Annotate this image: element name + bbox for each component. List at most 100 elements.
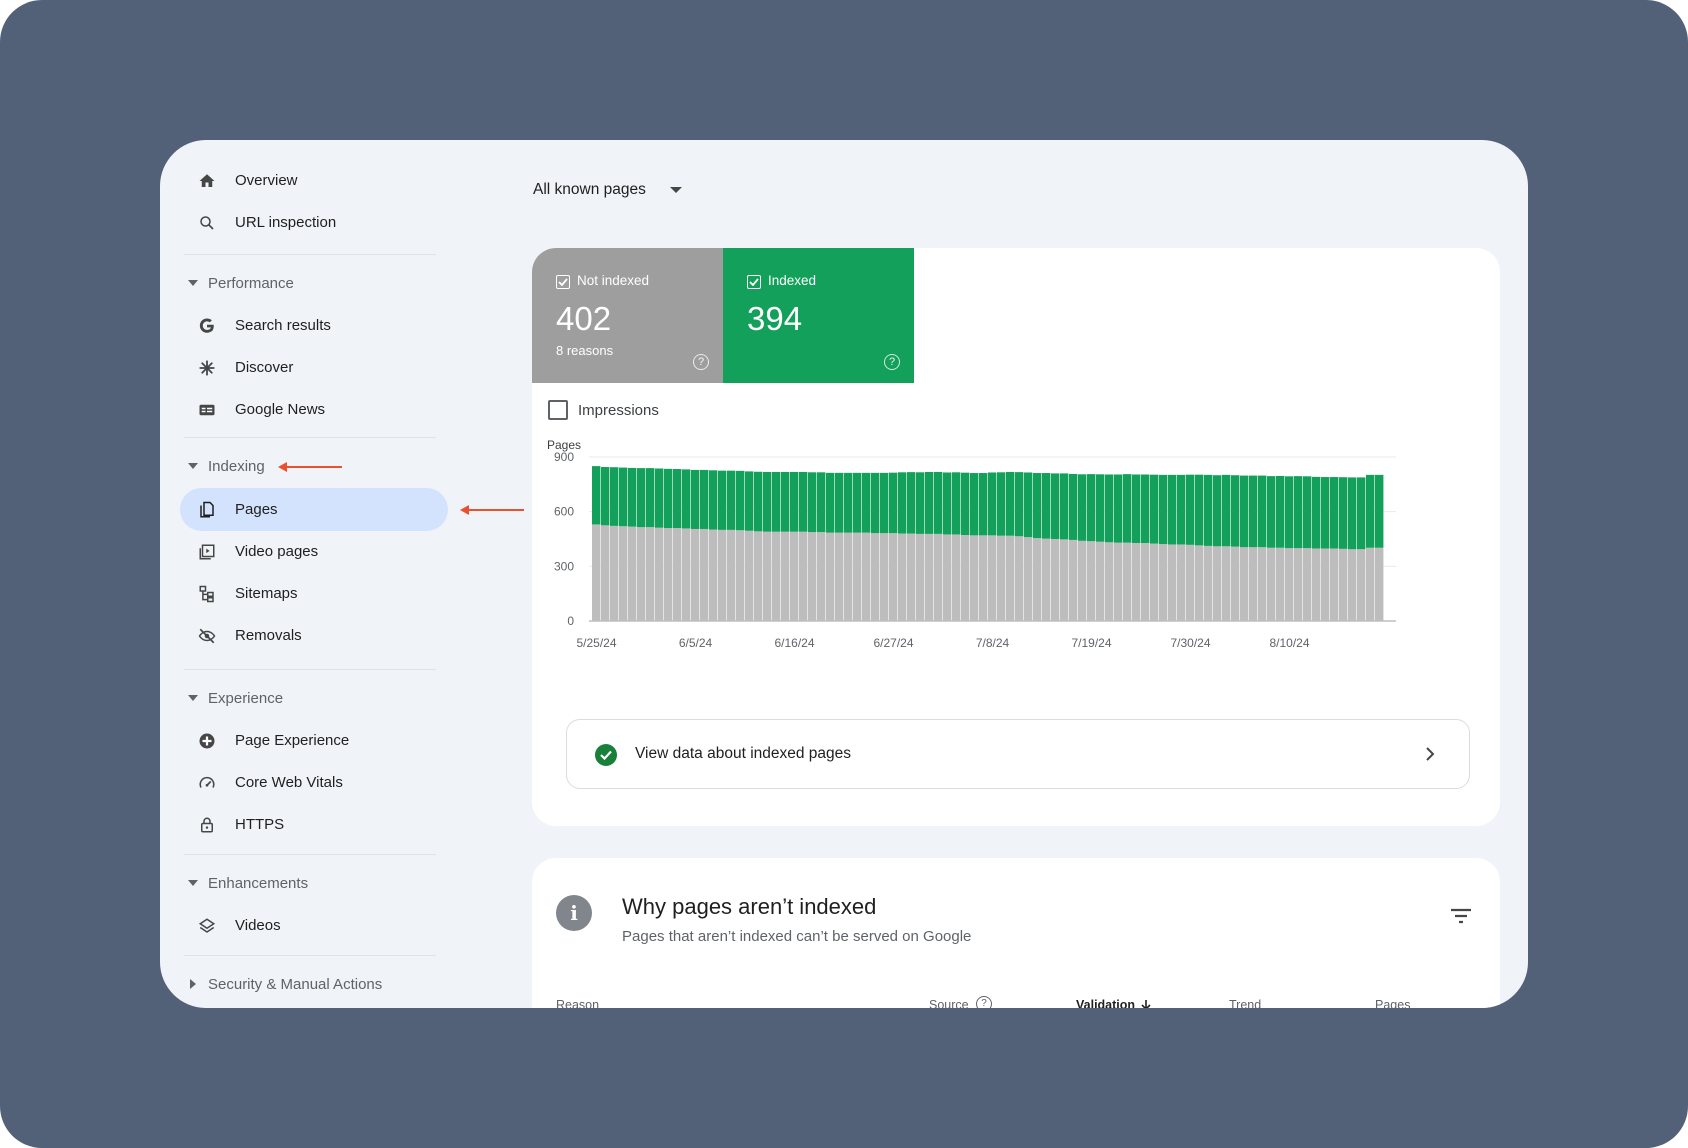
tile-subtext: 8 reasons	[556, 343, 614, 358]
google-g-icon	[196, 315, 218, 337]
layers-icon	[196, 915, 218, 937]
bar-not-indexed	[1222, 546, 1231, 621]
bar-not-indexed	[943, 534, 952, 621]
bar-not-indexed	[979, 535, 988, 621]
eye-off-icon	[196, 625, 218, 647]
bar-not-indexed	[637, 527, 646, 621]
x-tick-label: 7/19/24	[1071, 636, 1111, 650]
caret-down-icon	[188, 461, 198, 471]
bar-not-indexed	[1159, 544, 1168, 621]
bar-not-indexed	[808, 532, 817, 621]
sidebar: Overview URL inspection Performance Sear…	[160, 140, 460, 1008]
help-icon[interactable]: ?	[976, 996, 992, 1008]
x-tick-label: 6/27/24	[873, 636, 913, 650]
sidebar-item-label: Overview	[235, 172, 298, 189]
bar-indexed	[691, 469, 700, 529]
impressions-checkbox[interactable]: Impressions	[548, 400, 659, 420]
plus-circle-icon	[196, 730, 218, 752]
checkbox-checked-icon[interactable]	[747, 275, 761, 289]
sidebar-item-sitemaps[interactable]: Sitemaps	[180, 572, 448, 615]
bar-indexed	[1051, 473, 1060, 539]
bar-indexed	[835, 472, 844, 533]
bar-not-indexed	[664, 528, 673, 621]
section-enhancements[interactable]: Enhancements	[188, 868, 308, 898]
sidebar-item-overview[interactable]: Overview	[180, 159, 448, 202]
news-icon	[196, 399, 218, 421]
bar-indexed	[853, 472, 862, 533]
bar-not-indexed	[1051, 539, 1060, 621]
bar-indexed	[871, 472, 880, 534]
bar-not-indexed	[997, 535, 1006, 621]
sidebar-item-search-results[interactable]: Search results	[180, 304, 448, 347]
bar-indexed	[997, 472, 1006, 536]
sidebar-item-removals[interactable]: Removals	[180, 614, 448, 657]
x-tick-label: 5/25/24	[576, 636, 616, 650]
section-indexing[interactable]: Indexing	[188, 451, 265, 481]
bar-indexed	[718, 470, 727, 530]
section-performance[interactable]: Performance	[188, 268, 294, 298]
bar-indexed	[943, 472, 952, 535]
bar-indexed	[1231, 475, 1240, 547]
bar-not-indexed	[1060, 539, 1069, 621]
bar-indexed	[1312, 476, 1321, 549]
impressions-label: Impressions	[578, 401, 659, 419]
sidebar-item-core-web-vitals[interactable]: Core Web Vitals	[180, 761, 448, 804]
bar-not-indexed	[1285, 548, 1294, 621]
sidebar-item-label: Removals	[235, 627, 302, 644]
sidebar-item-url-inspection[interactable]: URL inspection	[180, 201, 448, 244]
indexing-summary-panel: Not indexed 402 8 reasons ? Indexed 394 …	[532, 248, 1500, 826]
checkbox-checked-icon[interactable]	[556, 275, 570, 289]
bar-indexed	[1168, 474, 1177, 545]
column-header-source[interactable]: Source	[929, 998, 969, 1008]
sidebar-item-discover[interactable]: Discover	[180, 346, 448, 389]
sidebar-item-https[interactable]: HTTPS	[180, 803, 448, 846]
pages-filter-dropdown[interactable]: All known pages	[533, 174, 682, 206]
bar-not-indexed	[1321, 548, 1330, 621]
filter-icon[interactable]	[1450, 908, 1472, 924]
bar-not-indexed	[592, 524, 601, 621]
view-data-label: View data about indexed pages	[635, 745, 852, 762]
bar-indexed	[970, 473, 979, 536]
sidebar-item-video-pages[interactable]: Video pages	[180, 530, 448, 573]
help-icon[interactable]: ?	[693, 354, 709, 370]
bar-indexed	[907, 472, 916, 534]
bar-not-indexed	[916, 533, 925, 621]
bar-not-indexed	[1015, 536, 1024, 621]
view-indexed-pages-link[interactable]: View data about indexed pages	[566, 719, 1470, 789]
section-experience[interactable]: Experience	[188, 683, 283, 713]
sidebar-item-label: Core Web Vitals	[235, 774, 343, 791]
sidebar-item-page-experience[interactable]: Page Experience	[180, 719, 448, 762]
bar-indexed	[844, 472, 853, 533]
x-tick-label: 7/8/24	[976, 636, 1010, 650]
bar-indexed	[1366, 474, 1375, 548]
bar-not-indexed	[799, 531, 808, 621]
bar-indexed	[637, 468, 646, 528]
bar-not-indexed	[1213, 546, 1222, 621]
column-header-validation[interactable]: Validation	[1076, 998, 1135, 1008]
sidebar-item-google-news[interactable]: Google News	[180, 388, 448, 431]
bar-indexed	[1033, 473, 1042, 539]
home-icon	[196, 170, 218, 192]
bar-not-indexed	[772, 531, 781, 621]
bar-not-indexed	[682, 528, 691, 621]
bar-indexed	[1132, 474, 1141, 544]
indexed-tile[interactable]: Indexed 394 ?	[723, 248, 914, 383]
bar-not-indexed	[1294, 548, 1303, 621]
bar-indexed	[1078, 474, 1087, 541]
bar-indexed	[1258, 475, 1267, 548]
checkbox-unchecked-icon[interactable]	[548, 400, 568, 420]
column-header-pages[interactable]: Pages	[1375, 998, 1410, 1008]
section-security-manual-actions[interactable]: Security & Manual Actions	[188, 969, 382, 999]
not-indexed-tile[interactable]: Not indexed 402 8 reasons ?	[532, 248, 723, 383]
bar-not-indexed	[745, 530, 754, 621]
help-icon[interactable]: ?	[884, 354, 900, 370]
sidebar-item-videos[interactable]: Videos	[180, 904, 448, 947]
bar-indexed	[880, 472, 889, 534]
bar-not-indexed	[952, 534, 961, 621]
bar-not-indexed	[673, 528, 682, 621]
dropdown-arrow-icon	[669, 187, 682, 193]
sidebar-item-pages[interactable]: Pages	[180, 488, 448, 531]
column-header-reason[interactable]: Reason	[556, 998, 599, 1008]
column-header-trend[interactable]: Trend	[1229, 998, 1261, 1008]
section-label: Security & Manual Actions	[208, 975, 383, 993]
